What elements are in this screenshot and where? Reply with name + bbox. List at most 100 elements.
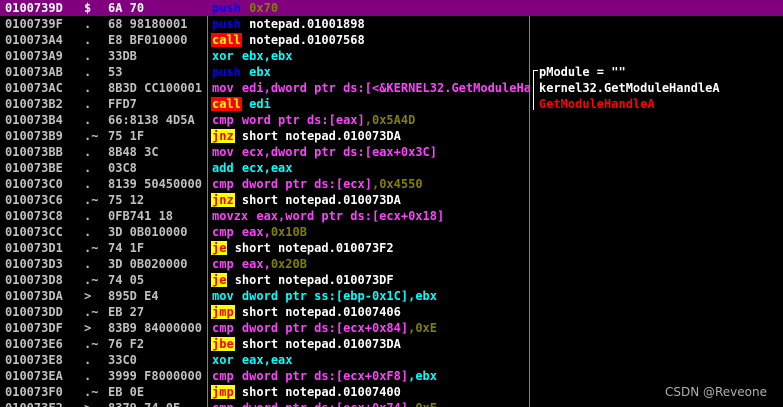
disassembly-cell[interactable]: jnz short notepad.010073DA (211, 128, 529, 144)
disassembly-cell[interactable]: je short notepad.010073DF (211, 272, 529, 288)
disassembly-cell[interactable]: cmp eax,0x10B (211, 224, 529, 240)
address-cell[interactable]: 010073E8 (5, 352, 71, 368)
disasm-row[interactable]: 010073D3. 3D 0B020000 cmp eax,0x20B (0, 256, 783, 272)
disassembly-cell[interactable]: cmp dword ptr ds:[ecx+0x74],0xE (211, 400, 529, 407)
hex-bytes-cell[interactable]: 3999 F8000000 (108, 368, 207, 384)
address-cell[interactable]: 010073F0 (5, 384, 71, 400)
disassembly-cell[interactable]: jbe short notepad.010073DA (211, 336, 529, 352)
address-cell[interactable]: 010073D1 (5, 240, 71, 256)
hex-bytes-cell[interactable]: E8 BF010000 (108, 32, 207, 48)
disassembly-cell[interactable]: jmp short notepad.01007400 (211, 384, 529, 400)
address-cell[interactable]: 010073C0 (5, 176, 71, 192)
disasm-row[interactable]: 010073C8. 0FB741 18 movzx eax,word ptr ds:… (0, 208, 783, 224)
disasm-row[interactable]: 010073A9. 33DB xor ebx,ebx (0, 48, 783, 64)
address-cell[interactable]: 010073B9 (5, 128, 71, 144)
hex-bytes-cell[interactable]: 68 98180001 (108, 16, 207, 32)
address-cell[interactable]: 010073AC (5, 80, 71, 96)
hex-bytes-cell[interactable]: 8379 74 0E (108, 400, 207, 407)
disassembly-cell[interactable]: cmp word ptr ds:[eax],0x5A4D (211, 112, 529, 128)
disassembly-cell[interactable]: jmp short notepad.01007406 (211, 304, 529, 320)
disasm-row[interactable]: 0100739D $6A 70 push 0x70 (0, 0, 783, 16)
disassembly-cell[interactable]: jnz short notepad.010073DA (211, 192, 529, 208)
disassembly-cell[interactable]: mov edi,dword ptr ds:[<&KERNEL32.GetModu… (211, 80, 529, 96)
disassembly-cell[interactable]: add ecx,eax (211, 160, 529, 176)
hex-bytes-cell[interactable]: 53 (108, 64, 207, 80)
hex-bytes-cell[interactable]: 8B48 3C (108, 144, 207, 160)
disassembly-window[interactable]: 0100739D $6A 70 push 0x70 0100739F. 68 98180… (0, 0, 783, 407)
hex-bytes-cell[interactable]: 895D E4 (108, 288, 207, 304)
disasm-row[interactable]: 010073A4. E8 BF010000 call notepad.0100756… (0, 32, 783, 48)
hex-bytes-cell[interactable]: 33C0 (108, 352, 207, 368)
hex-bytes-cell[interactable]: 3D 0B020000 (108, 256, 207, 272)
disasm-row[interactable]: 010073DF >83B9 84000000 cmp dword ptr ds:[… (0, 320, 783, 336)
hex-bytes-cell[interactable]: 3D 0B010000 (108, 224, 207, 240)
disasm-row[interactable]: 010073EA. 3999 F8000000 cmp dword ptr ds:[… (0, 368, 783, 384)
disasm-row[interactable]: 010073BB. 8B48 3C mov ecx,dword ptr ds:[ea… (0, 144, 783, 160)
disasm-row[interactable]: 010073D8 .~ 74 05 je short notepad.010073DF (0, 272, 783, 288)
hex-bytes-cell[interactable]: 76 F2 (108, 336, 207, 352)
hex-bytes-cell[interactable]: 83B9 84000000 (108, 320, 207, 336)
address-cell[interactable]: 010073B4 (5, 112, 71, 128)
hex-bytes-cell[interactable]: 03C8 (108, 160, 207, 176)
disassembly-cell[interactable]: je short notepad.010073F2 (211, 240, 529, 256)
address-cell[interactable]: 010073D3 (5, 256, 71, 272)
disassembly-cell[interactable]: xor ebx,ebx (211, 48, 529, 64)
address-cell[interactable]: 010073DA (5, 288, 71, 304)
address-cell[interactable]: 0100739D (5, 0, 71, 16)
address-cell[interactable]: 010073A4 (5, 32, 71, 48)
hex-bytes-cell[interactable]: EB 0E (108, 384, 207, 400)
hex-bytes-cell[interactable]: 74 05 (108, 272, 207, 288)
address-cell[interactable]: 010073D8 (5, 272, 71, 288)
disasm-row[interactable]: 010073D1 .~ 74 1F je short notepad.010073F2 (0, 240, 783, 256)
disassembly-cell[interactable]: push 0x70 (211, 0, 529, 16)
disasm-row[interactable]: 0100739F. 68 98180001 push notepad.0100189… (0, 16, 783, 32)
disassembly-cell[interactable]: mov ecx,dword ptr ds:[eax+0x3C] (211, 144, 529, 160)
disassembly-cell[interactable]: movzx eax,word ptr ds:[ecx+0x18] (211, 208, 529, 224)
hex-bytes-cell[interactable]: 6A 70 (108, 0, 207, 16)
hex-bytes-cell[interactable]: 74 1F (108, 240, 207, 256)
disasm-row[interactable]: 010073E6 .~ 76 F2 jbe short notepad.010073D… (0, 336, 783, 352)
hex-bytes-cell[interactable]: 0FB741 18 (108, 208, 207, 224)
disassembly-cell[interactable]: cmp dword ptr ds:[ecx],0x4550 (211, 176, 529, 192)
disassembly-cell[interactable]: cmp eax,0x20B (211, 256, 529, 272)
hex-bytes-cell[interactable]: 66:8138 4D5A (108, 112, 207, 128)
disassembly-cell[interactable]: push notepad.01001898 (211, 16, 529, 32)
disasm-row[interactable]: 010073F2 >8379 74 0E cmp dword ptr ds:[ecx… (0, 400, 783, 407)
address-cell[interactable]: 010073EA (5, 368, 71, 384)
disasm-row[interactable]: 010073CC. 3D 0B010000 cmp eax,0x10B (0, 224, 783, 240)
disasm-row[interactable]: 010073E8. 33C0 xor eax,eax (0, 352, 783, 368)
disasm-row[interactable]: 010073DA >895D E4 mov dword ptr ss:[ebp-0x… (0, 288, 783, 304)
hex-bytes-cell[interactable]: 8139 50450000 (108, 176, 207, 192)
address-cell[interactable]: 010073BB (5, 144, 71, 160)
disassembly-cell[interactable]: push ebx (211, 64, 529, 80)
disassembly-cell[interactable]: mov dword ptr ss:[ebp-0x1C],ebx (211, 288, 529, 304)
address-cell[interactable]: 010073DD (5, 304, 71, 320)
address-cell[interactable]: 010073E6 (5, 336, 71, 352)
disasm-row[interactable]: 010073DD .~ EB 27 jmp short notepad.0100740… (0, 304, 783, 320)
hex-bytes-cell[interactable]: 75 1F (108, 128, 207, 144)
disasm-row[interactable]: 010073C0. 8139 50450000 cmp dword ptr ds:[… (0, 176, 783, 192)
disassembly-cell[interactable]: cmp dword ptr ds:[ecx+0x84],0xE (211, 320, 529, 336)
disassembly-cell[interactable]: cmp dword ptr ds:[ecx+0xF8],ebx (211, 368, 529, 384)
hex-bytes-cell[interactable]: 33DB (108, 48, 207, 64)
address-cell[interactable]: 010073C8 (5, 208, 71, 224)
disassembly-cell[interactable]: xor eax,eax (211, 352, 529, 368)
hex-bytes-cell[interactable]: FFD7 (108, 96, 207, 112)
disassembly-cell[interactable]: call edi (211, 96, 529, 112)
disasm-row[interactable]: 010073C6 .~ 75 12 jnz short notepad.010073D… (0, 192, 783, 208)
address-cell[interactable]: 010073AB (5, 64, 71, 80)
address-cell[interactable]: 0100739F (5, 16, 71, 32)
address-cell[interactable]: 010073CC (5, 224, 71, 240)
address-cell[interactable]: 010073C6 (5, 192, 71, 208)
disasm-row[interactable]: 010073B4. 66:8138 4D5A cmp word ptr ds:[ea… (0, 112, 783, 128)
hex-bytes-cell[interactable]: 8B3D CC100001 (108, 80, 207, 96)
address-cell[interactable]: 010073BE (5, 160, 71, 176)
disassembly-cell[interactable]: call notepad.01007568 (211, 32, 529, 48)
address-cell[interactable]: 010073F2 (5, 400, 71, 407)
disasm-row[interactable]: 010073B9 .~ 75 1F jnz short notepad.010073D… (0, 128, 783, 144)
address-cell[interactable]: 010073B2 (5, 96, 71, 112)
hex-bytes-cell[interactable]: EB 27 (108, 304, 207, 320)
address-cell[interactable]: 010073DF (5, 320, 71, 336)
address-cell[interactable]: 010073A9 (5, 48, 71, 64)
disasm-row[interactable]: 010073BE. 03C8 add ecx,eax (0, 160, 783, 176)
